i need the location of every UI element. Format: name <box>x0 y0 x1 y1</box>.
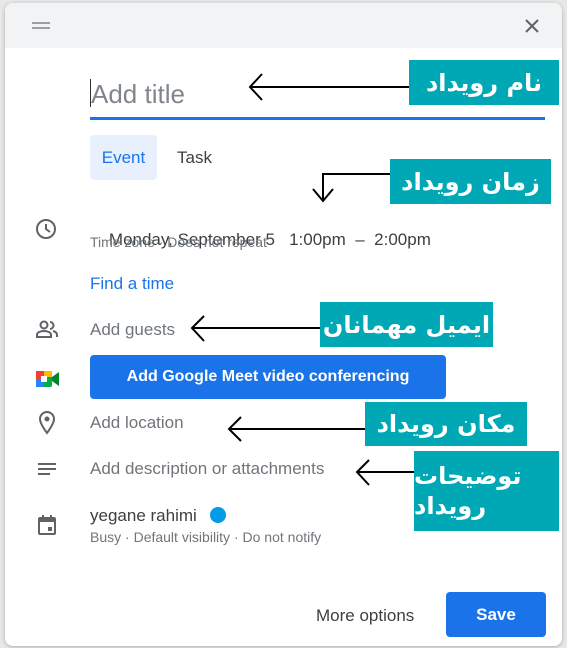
annotation-title: نام رویداد <box>409 60 559 105</box>
time-arrow <box>312 173 390 203</box>
annotation-description-line1: توضیحات <box>414 462 522 490</box>
annotation-guests: ایمیل مهمانان <box>320 302 493 347</box>
description-arrow <box>355 459 414 486</box>
annotation-time: زمان رویداد <box>390 159 551 204</box>
title-arrow <box>248 73 409 101</box>
annotation-description-line2: رویداد <box>414 492 487 520</box>
location-arrow <box>227 416 365 442</box>
guests-arrow <box>190 315 320 342</box>
annotation-description: توضیحات رویداد <box>414 451 559 531</box>
annotation-location: مکان رویداد <box>365 402 527 446</box>
